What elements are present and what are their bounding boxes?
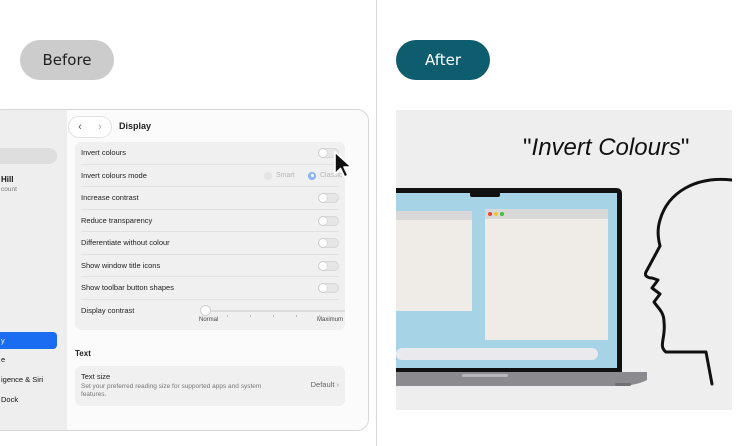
sidebar-item-intelligence-siri[interactable]: igence & Siri bbox=[0, 371, 57, 388]
after-label: After bbox=[396, 40, 490, 80]
display-contrast-row: Display contrast Normal Maximum bbox=[75, 300, 345, 330]
display-contrast-slider[interactable] bbox=[203, 309, 345, 312]
increase-contrast-toggle[interactable] bbox=[318, 193, 339, 203]
display-contrast-label: Display contrast bbox=[81, 305, 135, 315]
head-profile-icon bbox=[644, 177, 732, 386]
invert-colours-illustration: "Invert Colours" bbox=[396, 110, 732, 410]
reduce-transparency-label: Reduce transparency bbox=[81, 215, 153, 225]
differentiate-row: Differentiate without colour bbox=[75, 232, 345, 255]
reduce-transparency-row: Reduce transparency bbox=[75, 210, 345, 232]
invert-colours-label: Invert colours bbox=[81, 148, 127, 157]
sidebar-item-accessibility[interactable]: y bbox=[0, 332, 57, 349]
sidebar-item-label: y bbox=[1, 336, 5, 345]
before-label: Before bbox=[20, 40, 114, 80]
toolbar-shapes-label: Show toolbar button shapes bbox=[81, 283, 174, 292]
reduce-transparency-toggle[interactable] bbox=[318, 215, 339, 226]
nav-buttons: ‹ › bbox=[69, 117, 111, 137]
sidebar: Hill count y e igence & Siri Dock bbox=[0, 110, 67, 430]
sidebar-item-label: e bbox=[1, 355, 6, 364]
chevron-right-icon[interactable]: › bbox=[91, 119, 109, 135]
display-settings-card: Invert colours Invert colours mode Smart… bbox=[75, 142, 345, 330]
invert-colours-row: Invert colours bbox=[75, 142, 345, 165]
laptop-icon bbox=[396, 177, 732, 386]
mouse-cursor-icon bbox=[334, 151, 353, 178]
radio-smart-label: Smart bbox=[276, 172, 295, 179]
invert-mode-row: Invert colours mode Smart Classic bbox=[75, 165, 345, 187]
text-size-description: Set your preferred reading size for supp… bbox=[81, 383, 262, 398]
differentiate-toggle[interactable] bbox=[318, 238, 339, 248]
differentiate-label: Differentiate without colour bbox=[81, 238, 170, 247]
chevron-left-icon[interactable]: ‹ bbox=[71, 119, 89, 135]
increase-contrast-label: Increase contrast bbox=[81, 193, 139, 202]
window-title-icons-row: Show window title icons bbox=[75, 255, 345, 277]
radio-smart[interactable]: Smart bbox=[264, 171, 295, 180]
chevron-right-icon: › bbox=[336, 380, 340, 389]
slider-min-label: Normal bbox=[199, 316, 219, 323]
center-divider bbox=[376, 0, 377, 446]
text-size-label: Text size bbox=[81, 372, 111, 381]
sidebar-user-subtitle: count bbox=[1, 186, 17, 193]
text-section-heading: Text bbox=[75, 349, 91, 358]
window-title-icons-toggle[interactable] bbox=[318, 260, 339, 271]
sidebar-search-field[interactable] bbox=[0, 148, 57, 164]
sidebar-item-dock[interactable]: Dock bbox=[0, 391, 57, 408]
slider-knob[interactable] bbox=[201, 305, 210, 315]
sidebar-item-label: igence & Siri bbox=[1, 375, 44, 384]
settings-window: Hill count y e igence & Siri Dock ‹ › Di… bbox=[0, 109, 369, 431]
toolbar-shapes-toggle[interactable] bbox=[318, 283, 339, 293]
increase-contrast-row: Increase contrast bbox=[75, 187, 345, 210]
sidebar-item-label: Dock bbox=[1, 395, 19, 404]
slider-max-label: Maximum bbox=[316, 316, 343, 323]
text-size-value: Default › bbox=[311, 380, 339, 389]
toolbar-shapes-row: Show toolbar button shapes bbox=[75, 277, 345, 300]
page-title: Display bbox=[119, 121, 152, 131]
text-size-row[interactable]: Text size Set your preferred reading siz… bbox=[75, 366, 345, 406]
sidebar-item-appearance[interactable]: e bbox=[0, 351, 57, 368]
window-title-icons-label: Show window title icons bbox=[81, 260, 161, 270]
text-size-value-text: Default bbox=[310, 380, 335, 389]
settings-pane: ‹ › Display Invert colours Invert colour… bbox=[67, 110, 368, 430]
invert-mode-label: Invert colours mode bbox=[81, 170, 147, 180]
sidebar-user-name[interactable]: Hill bbox=[1, 175, 13, 184]
